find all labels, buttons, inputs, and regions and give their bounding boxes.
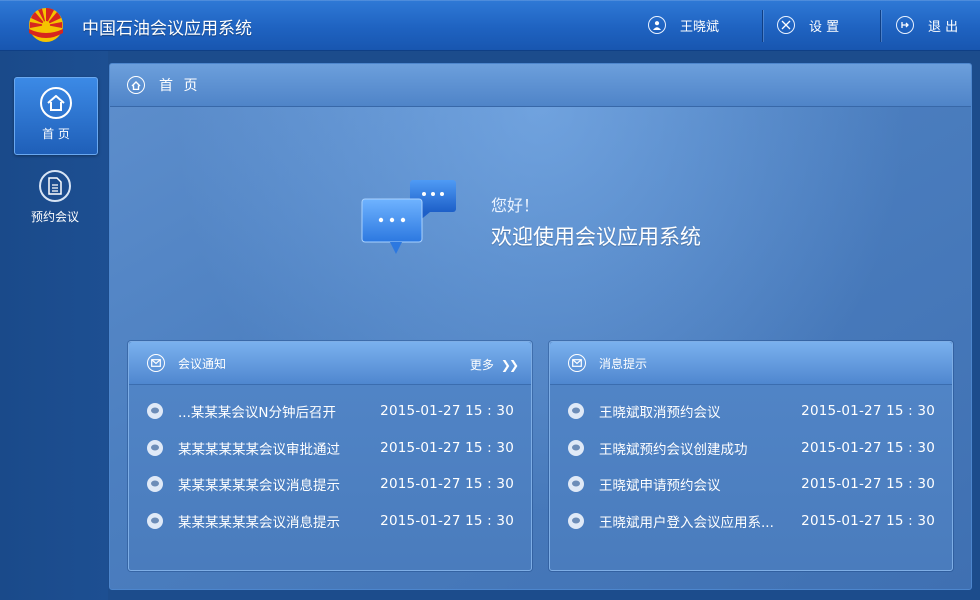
message-time: 2015-01-27 15 : 30 <box>801 439 935 456</box>
topbar-divider <box>762 10 763 42</box>
list-item[interactable]: ...某某某会议N分钟后召开 2015-01-27 15 : 30 <box>129 393 531 430</box>
notice-time: 2015-01-27 15 : 30 <box>380 403 514 420</box>
message-panel: 消息提示 王晓斌取消预约会议 2015-01-27 15 : 30 王晓斌预约会… <box>549 341 953 571</box>
user-name: 王晓斌 <box>680 19 720 35</box>
chat-bubbles-icon <box>361 180 456 254</box>
message-icon <box>568 403 584 420</box>
message-icon <box>147 512 163 529</box>
app-title: 中国石油会议应用系统 <box>82 19 252 39</box>
logout-button[interactable]: 退 出 <box>896 0 958 50</box>
message-icon <box>568 439 584 456</box>
top-bar: 中国石油会议应用系统 王晓斌 设 置 退 出 <box>0 0 980 51</box>
message-text: 王晓斌申请预约会议 <box>599 478 721 495</box>
message-text: 王晓斌用户登入会议应用系... <box>599 514 774 531</box>
message-icon <box>147 403 163 420</box>
sidebar-item-book-meeting[interactable]: 预约会议 <box>14 161 96 237</box>
message-time: 2015-01-27 15 : 30 <box>801 476 935 493</box>
sidebar-item-label: 首 页 <box>42 127 70 141</box>
petrochina-logo <box>29 8 63 42</box>
page-title: 首 页 <box>159 78 201 94</box>
document-icon <box>39 170 71 202</box>
list-item[interactable]: 王晓斌取消预约会议 2015-01-27 15 : 30 <box>550 393 952 430</box>
envelope-icon <box>568 354 586 372</box>
message-text: 王晓斌预约会议创建成功 <box>599 441 748 458</box>
settings-label: 设 置 <box>809 19 840 35</box>
greeting-text: 您好！ <box>491 196 540 215</box>
logout-icon <box>896 16 914 34</box>
notice-time: 2015-01-27 15 : 30 <box>380 476 514 493</box>
envelope-icon <box>147 354 165 372</box>
list-item[interactable]: 某某某某某某会议消息提示 2015-01-27 15 : 30 <box>129 503 531 540</box>
settings-button[interactable]: 设 置 <box>777 0 839 50</box>
user-menu[interactable]: 王晓斌 <box>648 0 719 50</box>
list-item[interactable]: 王晓斌申请预约会议 2015-01-27 15 : 30 <box>550 466 952 503</box>
home-icon <box>40 87 72 119</box>
notice-text: 某某某某某某会议消息提示 <box>178 478 340 495</box>
list-item[interactable]: 王晓斌用户登入会议应用系... 2015-01-27 15 : 30 <box>550 503 952 540</box>
more-link[interactable]: 更多 ❯❯ <box>469 356 519 373</box>
double-chevron-right-icon: ❯❯ <box>500 357 519 372</box>
notice-text: 某某某某某某会议审批通过 <box>178 441 340 458</box>
panel-title: 消息提示 <box>599 356 648 371</box>
message-icon <box>568 476 584 493</box>
panel-title: 会议通知 <box>178 356 227 371</box>
message-time: 2015-01-27 15 : 30 <box>801 512 935 529</box>
message-text: 王晓斌取消预约会议 <box>599 405 721 422</box>
notice-text: ...某某某会议N分钟后召开 <box>178 405 336 422</box>
notice-time: 2015-01-27 15 : 30 <box>380 439 514 456</box>
meeting-notice-panel: 会议通知 更多 ❯❯ ...某某某会议N分钟后召开 2015-01-27 15 … <box>128 341 532 571</box>
more-label: 更多 <box>469 358 494 372</box>
home-icon <box>127 76 145 94</box>
list-item[interactable]: 某某某某某某会议消息提示 2015-01-27 15 : 30 <box>129 466 531 503</box>
sidebar-item-home[interactable]: 首 页 <box>14 77 98 155</box>
tools-icon <box>777 16 795 34</box>
breadcrumb: 首 页 <box>110 64 971 107</box>
welcome-message: 欢迎使用会议应用系统 <box>491 225 701 249</box>
logout-label: 退 出 <box>928 19 959 35</box>
message-icon <box>568 512 584 529</box>
topbar-divider <box>880 10 881 42</box>
panel-header: 会议通知 更多 ❯❯ <box>129 342 531 385</box>
main-panel: 首 页 您好！ 欢迎使用会议应用系统 会议通知 更多 ❯❯ ...某某某会议N分… <box>109 63 972 590</box>
notice-text: 某某某某某某会议消息提示 <box>178 514 340 531</box>
user-icon <box>648 16 666 34</box>
list-item[interactable]: 某某某某某某会议审批通过 2015-01-27 15 : 30 <box>129 430 531 467</box>
message-icon <box>147 439 163 456</box>
message-icon <box>147 476 163 493</box>
message-time: 2015-01-27 15 : 30 <box>801 403 935 420</box>
notice-time: 2015-01-27 15 : 30 <box>380 512 514 529</box>
panel-header: 消息提示 <box>550 342 952 385</box>
list-item[interactable]: 王晓斌预约会议创建成功 2015-01-27 15 : 30 <box>550 430 952 467</box>
sidebar: 首 页 预约会议 <box>0 51 108 600</box>
sidebar-item-label: 预约会议 <box>30 210 79 224</box>
